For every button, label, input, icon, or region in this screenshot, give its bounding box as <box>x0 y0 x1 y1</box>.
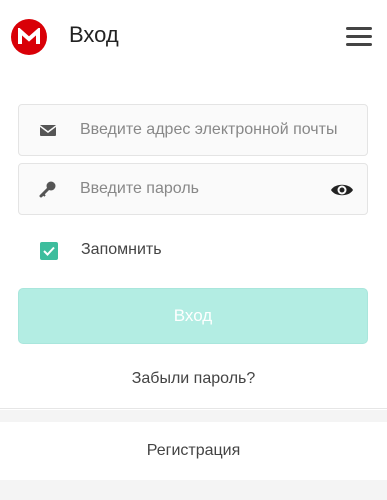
password-field[interactable]: Введите пароль <box>18 163 368 215</box>
email-field[interactable]: Введите адрес электронной почты <box>18 104 368 156</box>
hamburger-menu-icon[interactable] <box>346 27 372 47</box>
menu-line <box>346 35 372 38</box>
page-title: Вход <box>69 22 119 47</box>
remember-label: Запомнить <box>81 241 162 258</box>
remember-checkbox[interactable] <box>40 242 58 260</box>
menu-line <box>346 43 372 46</box>
divider <box>0 408 387 409</box>
login-button[interactable]: Вход <box>18 288 368 344</box>
password-placeholder: Введите пароль <box>80 180 199 197</box>
mega-logo-icon <box>18 28 40 44</box>
email-placeholder: Введите адрес электронной почты <box>80 121 338 138</box>
key-icon <box>39 181 56 198</box>
app-header: Вход <box>0 0 387 74</box>
mega-logo[interactable] <box>11 19 47 55</box>
register-button[interactable]: Регистрация <box>0 422 387 480</box>
eye-icon[interactable] <box>329 177 355 203</box>
check-icon <box>43 246 55 256</box>
forgot-password-link[interactable]: Забыли пароль? <box>0 370 387 388</box>
menu-line <box>346 27 372 30</box>
envelope-icon <box>39 125 57 136</box>
login-form: Введите адрес электронной почты Введите … <box>0 74 387 410</box>
